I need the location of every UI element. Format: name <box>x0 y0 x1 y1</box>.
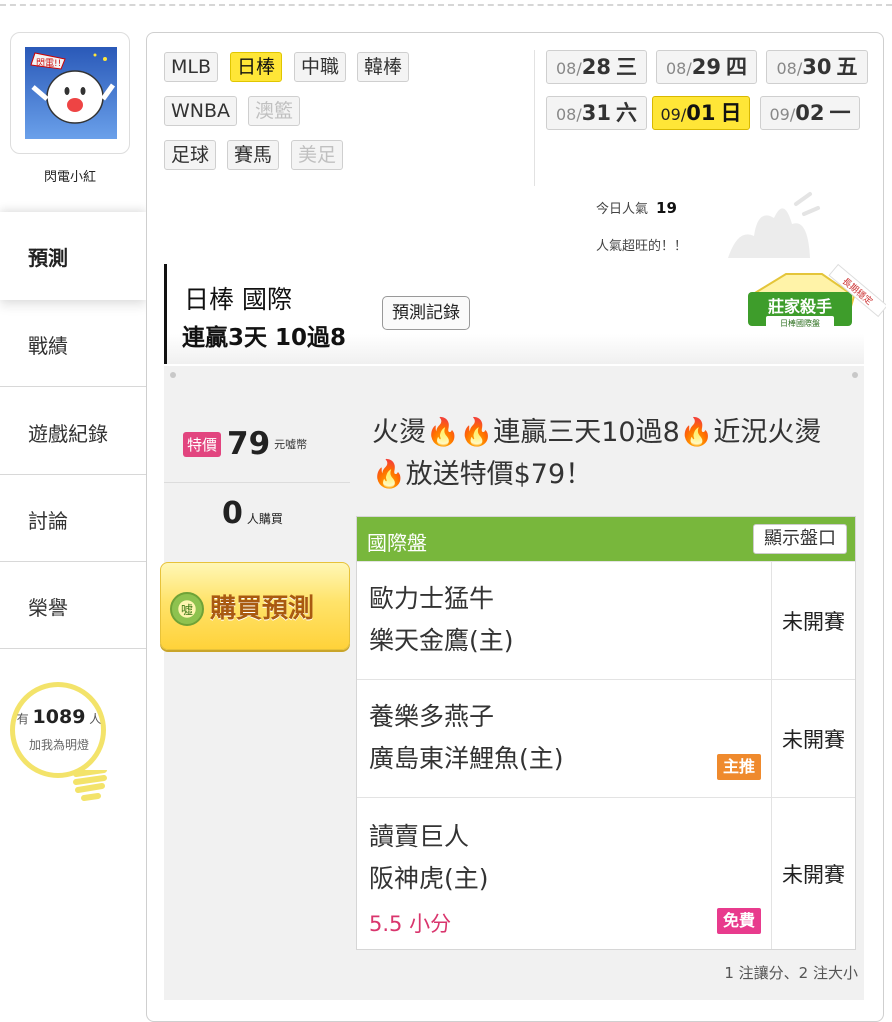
fan-count-value: 1089 <box>32 706 86 728</box>
cheering-figure-icon <box>728 192 820 258</box>
sport-tab-horse[interactable]: 賽馬 <box>227 140 280 170</box>
price-value: 79 <box>227 426 271 462</box>
sidebar-item-game-log[interactable]: 遊戲紀錄 <box>0 388 146 475</box>
sport-tab-wnba[interactable]: WNBA <box>164 96 238 126</box>
sidebar-item-label: 戰績 <box>28 334 68 358</box>
buy-prediction-label[interactable]: 購買預測 <box>210 588 314 625</box>
sidebar-item-honor[interactable]: 榮譽 <box>0 562 146 649</box>
date-button[interactable]: 08/28 三 <box>546 50 647 84</box>
badge-main-text: 莊家殺手 <box>768 297 832 316</box>
banker-killer-badge: 莊家殺手 日棒國際盤 長期穩定 <box>748 263 886 328</box>
table-title: 國際盤 <box>367 531 427 555</box>
game-status: 未開賽 <box>771 798 855 949</box>
game-status: 未開賽 <box>771 562 855 679</box>
follow-link[interactable]: 加我為明燈 <box>0 736 118 753</box>
table-row: 歐力士猛牛 樂天金鷹(主) 未開賽 <box>357 561 855 679</box>
main-pick-badge: 主推 <box>717 754 761 780</box>
streak-title: 連贏3天 10過8 <box>182 325 347 351</box>
table-row: 讀賣巨人 阪神虎(主) 5.5 小分 免費 未開賽 <box>357 797 855 949</box>
promo-text: 火燙🔥🔥連贏三天10過8🔥近況火燙🔥放送特價$79！ <box>372 417 822 490</box>
game-status: 未開賽 <box>771 680 855 797</box>
lightbulb-icon <box>10 682 106 778</box>
show-odds-button[interactable]: 顯示盤口 <box>753 524 847 554</box>
sport-tab-soccer[interactable]: 足球 <box>164 140 217 170</box>
sport-tab-mlb[interactable]: MLB <box>164 52 219 82</box>
sport-tab-kbo[interactable]: 韓棒 <box>357 52 410 82</box>
divider <box>534 50 535 186</box>
avatar-caption: 閃電!! <box>36 58 61 69</box>
teams: 讀賣巨人 阪神虎(主) <box>369 816 489 900</box>
sidebar-item-label: 預測 <box>28 246 68 270</box>
sport-tab-nfl: 美足 <box>291 140 344 170</box>
date-button[interactable]: 08/30 五 <box>766 50 868 84</box>
lightbulb-base-icon <box>73 770 107 801</box>
popularity-value: 19 <box>656 199 677 217</box>
coin-icon: 噓 <box>170 592 204 626</box>
away-team: 讀賣巨人 <box>369 822 470 851</box>
special-price-tag: 特價 <box>183 431 222 457</box>
date-button[interactable]: 08/29 四 <box>656 50 757 84</box>
pin-icon <box>852 372 858 378</box>
popularity-note: 人氣超旺的！！ <box>596 239 688 254</box>
sidebar-item-label: 遊戲紀錄 <box>28 422 108 446</box>
popularity: 今日人氣 19 <box>596 199 677 217</box>
sidebar-item-label: 榮譽 <box>28 596 68 620</box>
price-unit: 元噓幣 <box>274 438 308 451</box>
teams: 養樂多燕子 廣島東洋鯉魚(主) <box>369 696 564 780</box>
badge-sub-text: 日棒國際盤 <box>780 318 820 328</box>
fan-count: 有 1089 人 <box>16 706 102 728</box>
user-name: 閃電小紅 <box>43 170 96 185</box>
table-row: 養樂多燕子 廣島東洋鯉魚(主) 主推 未開賽 <box>357 679 855 797</box>
home-team: 阪神虎(主) <box>369 864 489 893</box>
prediction-record-button[interactable]: 預測記錄 <box>382 296 470 330</box>
date-button[interactable]: 08/31 六 <box>546 96 647 130</box>
sidebar-item-label: 討論 <box>28 509 68 533</box>
coin-text: 噓 <box>181 603 193 617</box>
league-title: 日棒 國際 <box>184 285 292 314</box>
sidebar-item-predict[interactable]: 預測 <box>0 212 146 300</box>
sport-tab-npb[interactable]: 日棒 <box>230 52 283 82</box>
avatar: 閃電!! <box>25 47 117 139</box>
sidebar-item-discuss[interactable]: 討論 <box>0 475 146 562</box>
sport-tab-nbl: 澳籃 <box>248 96 301 126</box>
games-table: 國際盤 顯示盤口 歐力士猛牛 樂天金鷹(主) 未開賽 養樂多燕子 廣島東洋鯉魚(… <box>356 516 856 950</box>
table-header: 國際盤 顯示盤口 <box>357 517 855 561</box>
away-team: 養樂多燕子 <box>369 702 495 731</box>
home-team: 廣島東洋鯉魚(主) <box>369 744 564 773</box>
avatar-frame[interactable]: 閃電!! <box>10 32 130 154</box>
top-dashed-border <box>0 0 892 6</box>
buyer-count-value: 0 <box>222 496 243 531</box>
bet-summary: 1 注讓分、2 注大小 <box>724 964 858 982</box>
home-team: 樂天金鷹(主) <box>369 626 514 655</box>
divider <box>164 482 350 483</box>
date-button[interactable]: 09/02 一 <box>760 96 860 130</box>
buyer-count-unit: 人購買 <box>246 512 283 526</box>
buyer-count: 0 人購買 <box>222 496 283 531</box>
teams: 歐力士猛牛 樂天金鷹(主) <box>369 578 514 662</box>
sport-tab-cpbl[interactable]: 中職 <box>294 52 347 82</box>
away-team: 歐力士猛牛 <box>369 584 495 613</box>
free-badge: 免費 <box>717 908 761 934</box>
handicap-line: 5.5 小分 <box>369 912 452 936</box>
price: 特價 79 元噓幣 <box>183 426 307 462</box>
sidebar-item-record[interactable]: 戰績 <box>0 300 146 387</box>
date-button-selected[interactable]: 09/01 日 <box>652 96 750 130</box>
